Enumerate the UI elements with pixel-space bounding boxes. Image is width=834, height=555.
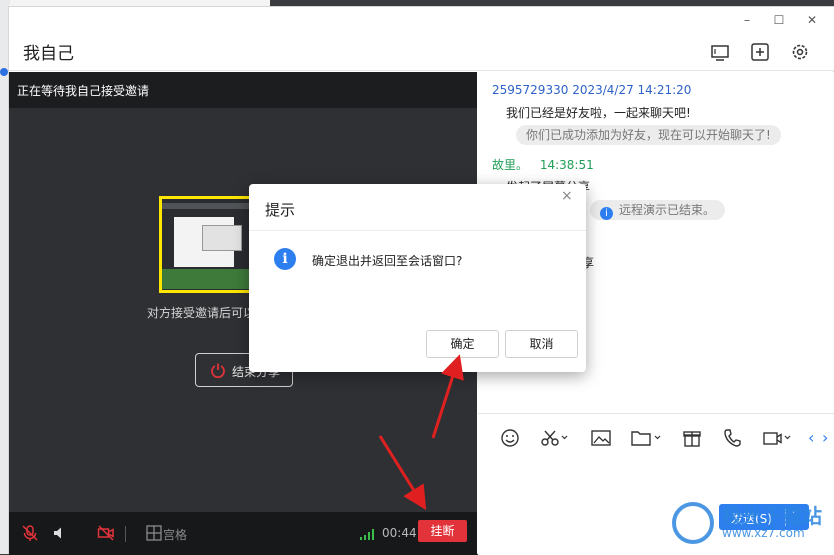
annotation-arrow-ok bbox=[431, 354, 464, 439]
annotation-arrows bbox=[378, 354, 464, 511]
annotation-arrow-hangup bbox=[378, 435, 427, 511]
